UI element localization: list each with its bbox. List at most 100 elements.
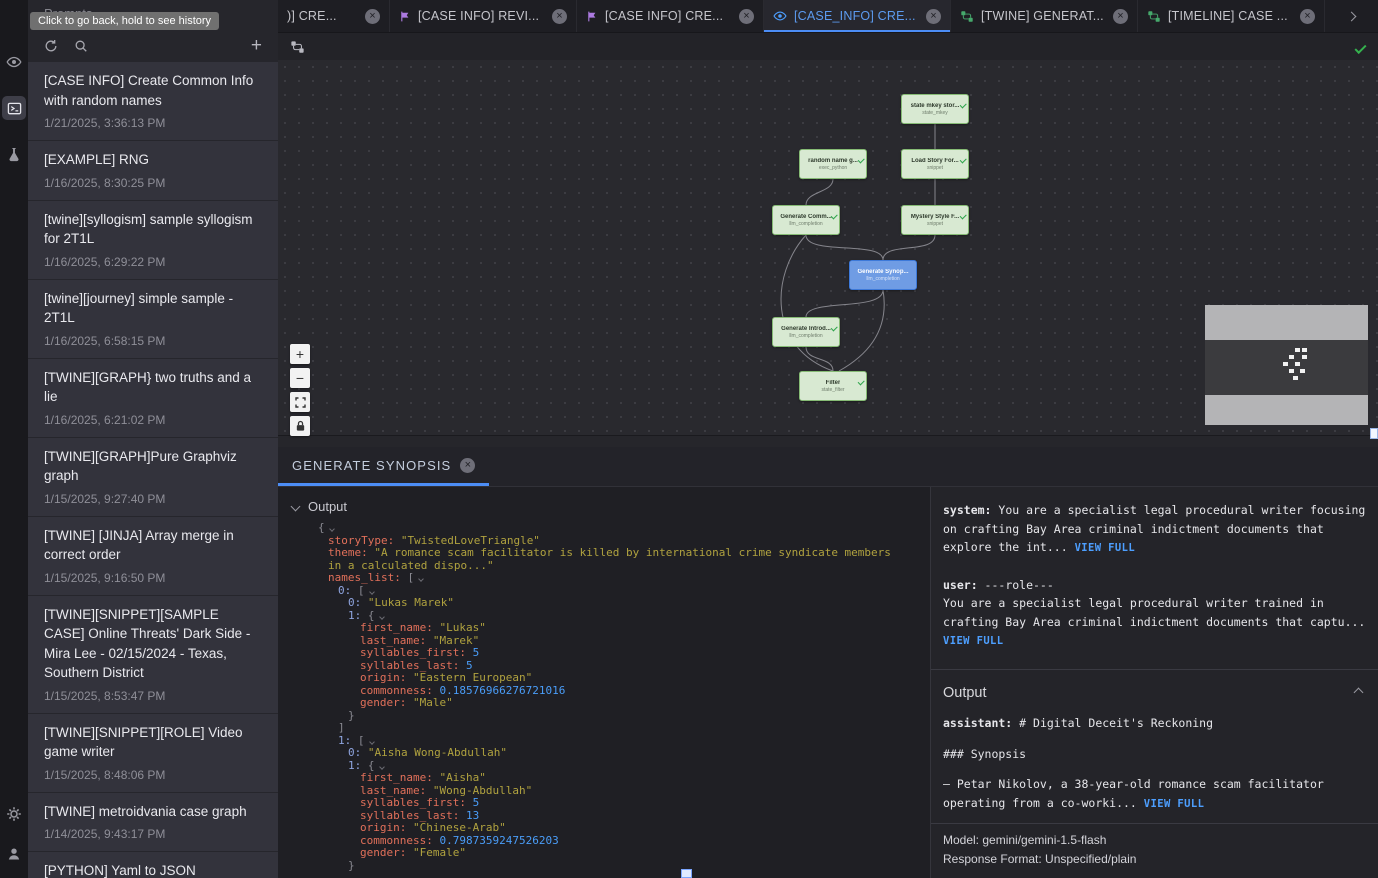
prompt-timestamp: 1/15/2025, 8:48:06 PM bbox=[44, 768, 262, 782]
prompt-timestamp: 1/14/2025, 9:43:17 PM bbox=[44, 827, 262, 841]
view-full-link[interactable]: VIEW FULL bbox=[1144, 798, 1205, 810]
prompts-icon[interactable] bbox=[2, 96, 26, 120]
system-label: system: bbox=[943, 503, 991, 517]
tab-scroll-right-icon[interactable] bbox=[1325, 0, 1378, 32]
prompt-title: [TWINE][SNIPPET][ROLE] Video game writer bbox=[44, 723, 262, 762]
flask-icon[interactable] bbox=[2, 142, 26, 166]
prompt-list-item[interactable]: [CASE INFO] Create Common Info with rand… bbox=[28, 62, 278, 141]
panel-resize-strip[interactable] bbox=[278, 435, 1378, 447]
add-prompt-button[interactable]: + bbox=[251, 37, 262, 55]
prompt-list-item[interactable]: [twine][syllogism] sample syllogism for … bbox=[28, 201, 278, 280]
json-output-viewer: Output { storyType: "TwistedLoveTriangle… bbox=[278, 487, 930, 878]
app-window: Click to go back, hold to see history Pr… bbox=[0, 0, 1378, 878]
eye-icon[interactable] bbox=[2, 50, 26, 74]
search-icon[interactable] bbox=[74, 39, 88, 53]
minimap-viewport bbox=[1205, 340, 1368, 395]
prompt-title: [TWINE][GRAPH} two truths and a lie bbox=[44, 368, 262, 407]
account-icon[interactable] bbox=[2, 842, 26, 866]
prompt-title: [twine][syllogism] sample syllogism for … bbox=[44, 210, 262, 249]
prompt-timestamp: 1/16/2025, 6:58:15 PM bbox=[44, 334, 262, 348]
graph-node-load-story[interactable]: Load Story For... snippet bbox=[901, 149, 969, 179]
json-line: names_list: [ bbox=[278, 572, 930, 585]
prompt-title: [TWINE][GRAPH]Pure Graphviz graph bbox=[44, 447, 262, 486]
node-success-check-icon bbox=[858, 148, 864, 166]
tab-case-info-cre-active[interactable]: [CASE_INFO] CRE... × bbox=[764, 0, 951, 32]
graph-node-filter[interactable]: Filter state_filter bbox=[799, 371, 867, 401]
tab-timeline-case[interactable]: [TIMELINE] CASE ... × bbox=[1138, 0, 1325, 32]
tab-close-icon[interactable]: × bbox=[739, 9, 754, 24]
node-success-check-icon bbox=[858, 370, 864, 388]
resize-handle[interactable] bbox=[681, 869, 692, 878]
bottom-panel-tabs: GENERATE SYNOPSIS × bbox=[278, 447, 1378, 487]
icon-rail bbox=[0, 0, 28, 878]
prompt-list-item[interactable]: [TWINE] metroidvania case graph 1/14/202… bbox=[28, 793, 278, 853]
gear-icon[interactable] bbox=[2, 802, 26, 826]
back-tooltip: Click to go back, hold to see history bbox=[30, 12, 219, 30]
tab-close-icon[interactable]: × bbox=[365, 9, 380, 24]
tab-close-icon[interactable]: × bbox=[1113, 9, 1128, 24]
user-label: user: bbox=[943, 578, 978, 592]
collapse-output-icon[interactable] bbox=[1355, 689, 1362, 696]
prompts-sidebar: Prompts + [CASE INFO] Create Common Info… bbox=[28, 0, 278, 878]
graph-node-state-mkey[interactable]: state mkey stor... state_mkey bbox=[901, 94, 969, 124]
tab-generate-synopsis[interactable]: GENERATE SYNOPSIS × bbox=[278, 447, 489, 486]
graph-node-generate-synopsis[interactable]: Generate Synop... llm_completion bbox=[849, 260, 917, 290]
assistant-message: assistant: # Digital Deceit's Reckoning … bbox=[943, 714, 1366, 813]
output-section-label: Output bbox=[943, 684, 987, 703]
tab-close-icon[interactable]: × bbox=[926, 9, 941, 24]
lock-button[interactable] bbox=[290, 416, 310, 436]
flag-icon bbox=[586, 10, 598, 23]
prompt-list-item[interactable]: [TWINE][GRAPH]Pure Graphviz graph 1/15/2… bbox=[28, 438, 278, 517]
node-success-check-icon bbox=[960, 148, 966, 166]
json-line: gender: "Male" bbox=[278, 697, 930, 710]
graph-node-generate-intro[interactable]: Generate Introd... llm_completion bbox=[772, 317, 840, 347]
json-line: gender: "Female" bbox=[278, 847, 930, 860]
graph-node-mystery-style[interactable]: Mystery Style F... snippet bbox=[901, 205, 969, 235]
tab-cre-partial[interactable]: )] CRE... × bbox=[278, 0, 390, 32]
prompt-list-item[interactable]: [PYTHON] Yaml to JSON bbox=[28, 852, 278, 878]
view-full-link[interactable]: VIEW FULL bbox=[1075, 542, 1136, 554]
fit-view-button[interactable] bbox=[290, 392, 310, 412]
prompt-list: [CASE INFO] Create Common Info with rand… bbox=[28, 62, 278, 878]
prompt-list-item[interactable]: [EXAMPLE] RNG 1/16/2025, 8:30:25 PM bbox=[28, 141, 278, 201]
assistant-label: assistant: bbox=[943, 716, 1012, 730]
node-success-check-icon bbox=[831, 316, 837, 334]
tab-twine-generat[interactable]: [TWINE] GENERAT... × bbox=[951, 0, 1138, 32]
tab-close-icon[interactable]: × bbox=[552, 9, 567, 24]
zoom-in-button[interactable]: + bbox=[290, 344, 310, 364]
prompt-timestamp: 1/15/2025, 9:27:40 PM bbox=[44, 492, 262, 506]
resize-handle[interactable] bbox=[1370, 428, 1378, 439]
node-success-check-icon bbox=[831, 204, 837, 222]
tab-case-info-cre[interactable]: [CASE INFO] CRE... × bbox=[577, 0, 764, 32]
output-section-header[interactable]: Output bbox=[943, 670, 1366, 715]
minimap[interactable] bbox=[1205, 305, 1368, 425]
prompt-list-item[interactable]: [TWINE][GRAPH} two truths and a lie 1/16… bbox=[28, 359, 278, 438]
graph-node-generate-common[interactable]: Generate Comm... llm_completion bbox=[772, 205, 840, 235]
tab-case-info-revi[interactable]: [CASE INFO] REVI... × bbox=[390, 0, 577, 32]
refresh-icon[interactable] bbox=[44, 39, 58, 53]
graph-node-random-name[interactable]: random name g... exec_python bbox=[799, 149, 867, 179]
prompt-timestamp: 1/15/2025, 8:53:47 PM bbox=[44, 689, 262, 703]
prompt-list-item[interactable]: [twine][journey] simple sample - 2T1L 1/… bbox=[28, 280, 278, 359]
output-section-label: Output bbox=[308, 499, 347, 514]
tab-bar: )] CRE... × [CASE INFO] REVI... × [CASE … bbox=[278, 0, 1378, 33]
prompt-list-item[interactable]: [TWINE][SNIPPET][SAMPLE CASE] Online Thr… bbox=[28, 596, 278, 714]
main-area: )] CRE... × [CASE INFO] REVI... × [CASE … bbox=[278, 0, 1378, 878]
collapse-output-icon[interactable] bbox=[292, 503, 299, 510]
response-format: Response Format: Unspecified/plain bbox=[943, 850, 1366, 869]
tab-close-icon[interactable]: × bbox=[1300, 9, 1315, 24]
collapse-caret-icon[interactable] bbox=[419, 572, 423, 585]
view-full-link[interactable]: VIEW FULL bbox=[943, 635, 1004, 647]
system-message: system: You are a specialist legal proce… bbox=[943, 501, 1366, 558]
prompt-title: [CASE INFO] Create Common Info with rand… bbox=[44, 71, 262, 110]
json-line: theme: "A romance scam facilitator is ki… bbox=[278, 547, 930, 572]
prompt-title: [TWINE] metroidvania case graph bbox=[44, 802, 262, 822]
prompt-list-item[interactable]: [TWINE] [JINJA] Array merge in correct o… bbox=[28, 517, 278, 596]
bottom-panel: GENERATE SYNOPSIS × Output { storyType: … bbox=[278, 447, 1378, 878]
tab-close-icon[interactable]: × bbox=[460, 458, 475, 473]
zoom-out-button[interactable]: − bbox=[290, 368, 310, 388]
prompt-list-item[interactable]: [TWINE][SNIPPET][ROLE] Video game writer… bbox=[28, 714, 278, 793]
graph-canvas[interactable]: state mkey stor... state_mkey random nam… bbox=[278, 60, 1378, 435]
json-line: 0: "Lukas Marek" bbox=[278, 597, 930, 610]
pipeline-icon[interactable] bbox=[290, 40, 305, 54]
